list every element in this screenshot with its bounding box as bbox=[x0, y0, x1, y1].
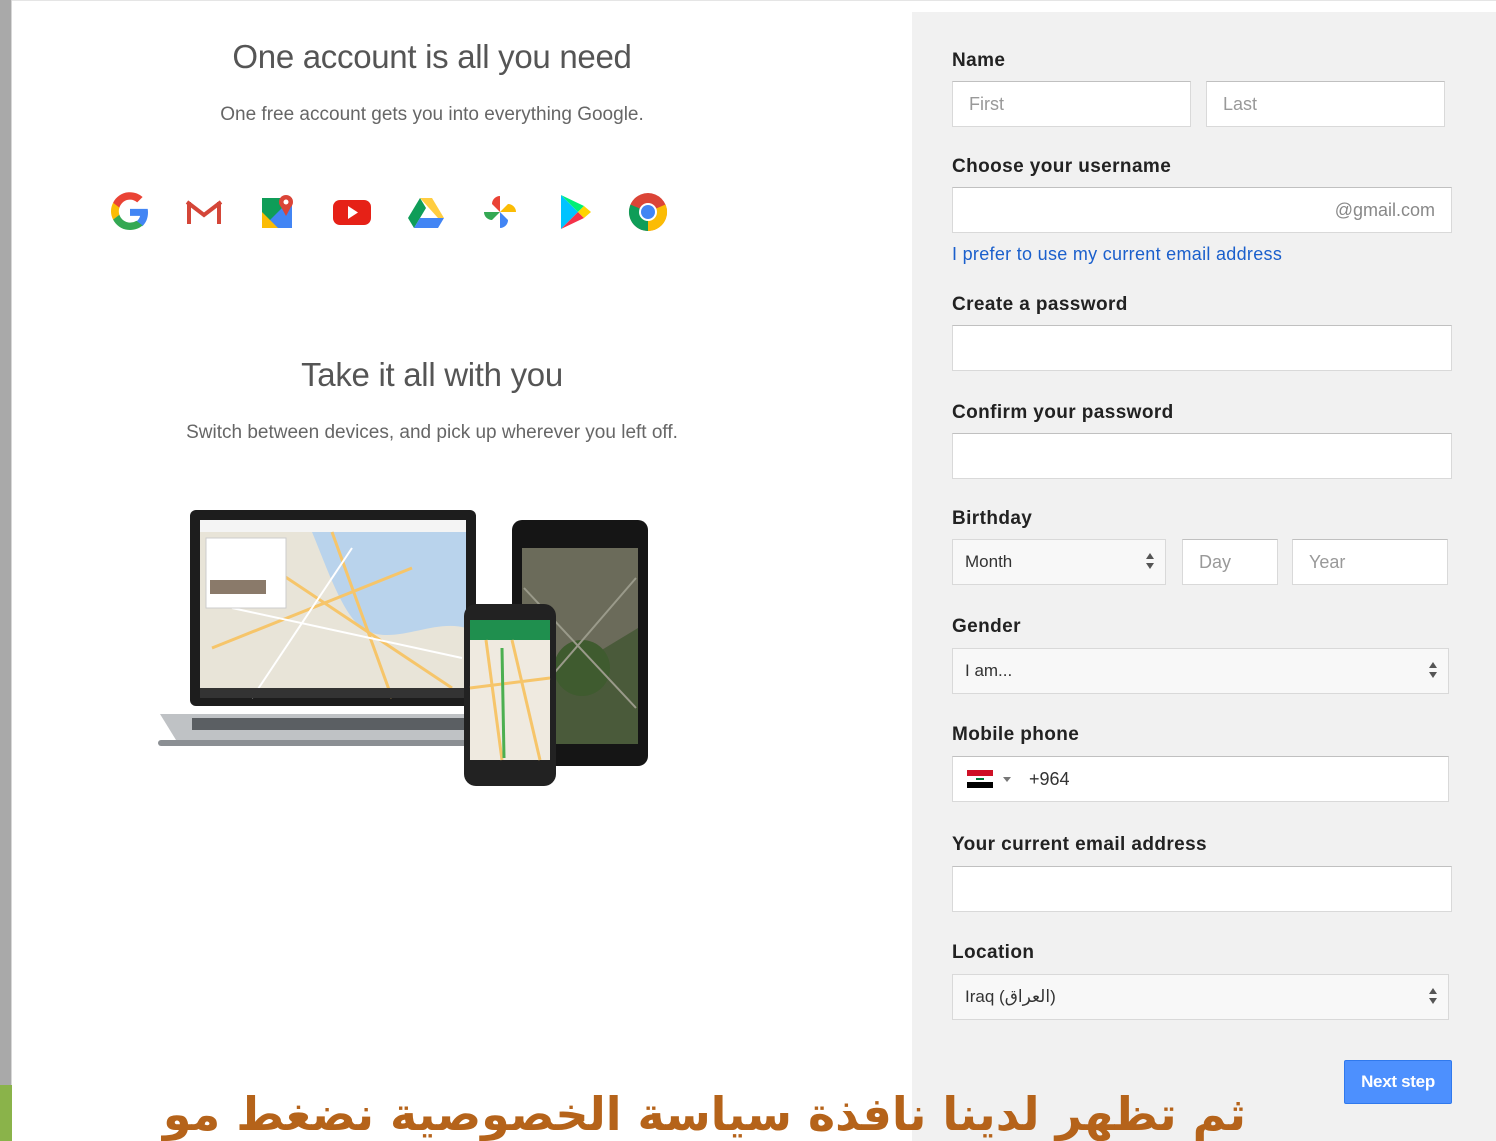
google-apps-row bbox=[108, 190, 688, 234]
promo-title-take-with-you: Take it all with you bbox=[301, 356, 563, 393]
last-name-input[interactable]: Last bbox=[1206, 81, 1445, 127]
last-name-placeholder: Last bbox=[1223, 94, 1258, 114]
iraq-flag-icon[interactable] bbox=[967, 770, 993, 788]
devices-illustration bbox=[158, 510, 648, 786]
promo-title-one-account: One account is all you need bbox=[232, 38, 632, 75]
gender-select[interactable]: I am... bbox=[952, 648, 1449, 694]
name-label: Name bbox=[952, 50, 1006, 71]
chrome-icon bbox=[628, 193, 668, 232]
confirm-password-input[interactable] bbox=[952, 433, 1452, 479]
signup-form-panel: Name First Last Choose your username @gm… bbox=[912, 12, 1496, 1141]
month-value: Month bbox=[965, 552, 1013, 571]
confirm-password-label: Confirm your password bbox=[952, 402, 1174, 423]
play-icon bbox=[561, 195, 591, 229]
day-placeholder: Day bbox=[1199, 552, 1232, 572]
drive-icon bbox=[408, 198, 444, 228]
location-select[interactable]: Iraq (العراق) bbox=[952, 974, 1449, 1020]
mobile-phone-input[interactable]: +964 bbox=[952, 756, 1449, 802]
first-name-placeholder: First bbox=[969, 94, 1004, 114]
current-email-label: Your current email address bbox=[952, 834, 1208, 855]
country-dropdown-caret-icon[interactable] bbox=[1003, 777, 1011, 782]
gmail-icon bbox=[185, 200, 223, 224]
arabic-caption-overlay: ثم تظهر لدينا نافذة سياسة الخصوصية نضغط … bbox=[162, 1087, 1246, 1141]
password-label: Create a password bbox=[952, 294, 1128, 315]
promo-panel: One account is all you need One free acc… bbox=[12, 12, 912, 1141]
select-arrows-icon bbox=[1146, 553, 1154, 569]
google-icon bbox=[111, 192, 148, 230]
phone-country-code: +964 bbox=[1029, 769, 1070, 789]
year-placeholder: Year bbox=[1309, 552, 1346, 572]
password-input[interactable] bbox=[952, 325, 1452, 371]
birthday-label: Birthday bbox=[952, 508, 1033, 529]
maps-icon bbox=[262, 195, 293, 228]
first-name-input[interactable]: First bbox=[952, 81, 1191, 127]
current-email-input[interactable] bbox=[952, 866, 1452, 912]
select-arrows-icon bbox=[1429, 988, 1437, 1004]
mobile-phone-label: Mobile phone bbox=[952, 724, 1080, 745]
select-arrows-icon bbox=[1429, 662, 1437, 678]
username-label: Choose your username bbox=[952, 156, 1172, 177]
promo-subtitle-take-with-you: Switch between devices, and pick up wher… bbox=[186, 422, 678, 443]
gender-label: Gender bbox=[952, 616, 1021, 637]
youtube-icon bbox=[333, 200, 371, 225]
gender-value: I am... bbox=[965, 661, 1013, 680]
birthday-day-input[interactable]: Day bbox=[1182, 539, 1278, 585]
top-window-edge bbox=[12, 0, 1496, 12]
promo-subtitle-one-account: One free account gets you into everythin… bbox=[220, 104, 644, 125]
location-value: Iraq (العراق) bbox=[965, 987, 1056, 1006]
left-window-edge bbox=[0, 0, 12, 1141]
gmail-suffix: @gmail.com bbox=[1334, 200, 1435, 220]
birthday-year-input[interactable]: Year bbox=[1292, 539, 1448, 585]
location-label: Location bbox=[952, 942, 1035, 963]
next-step-button[interactable]: Next step bbox=[1344, 1060, 1452, 1104]
left-edge-accent bbox=[0, 1085, 12, 1141]
use-current-email-link[interactable]: I prefer to use my current email address bbox=[952, 244, 1282, 265]
photos-icon bbox=[484, 196, 516, 228]
birthday-month-select[interactable]: Month bbox=[952, 539, 1166, 585]
username-input[interactable]: @gmail.com bbox=[952, 187, 1452, 233]
